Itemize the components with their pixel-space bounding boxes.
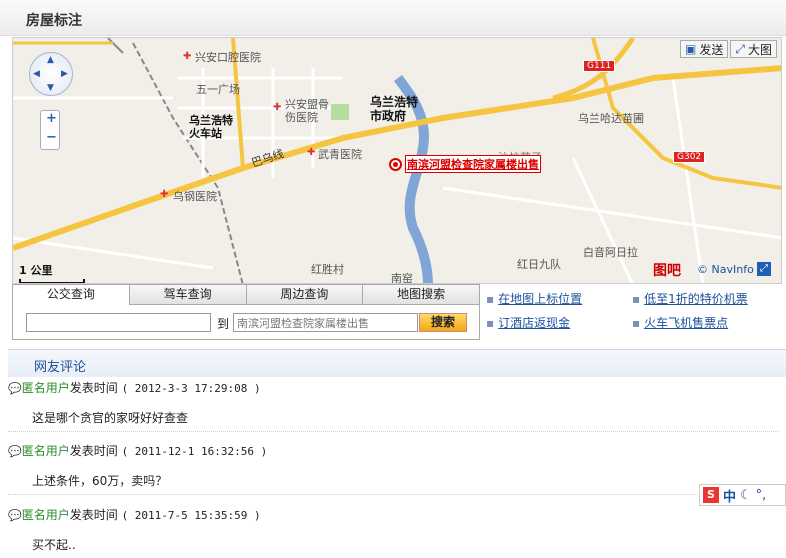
location-pin-icon <box>389 157 402 171</box>
map-toolbar: ▣ 发送 ⤢ 大图 <box>680 40 777 58</box>
hospital-icon: ✚ <box>273 102 282 113</box>
map-label-hongri: 红日九队 <box>517 258 561 271</box>
bigmap-button[interactable]: ⤢ 大图 <box>730 40 777 58</box>
map-label-mengbone: 兴安盟骨 伤医院 <box>285 98 329 124</box>
to-input[interactable] <box>233 313 418 332</box>
moon-icon[interactable]: ☾ <box>740 488 752 503</box>
highway-badge-g111: G111 <box>583 60 616 72</box>
comment-text: 这是哪个贪官的家呀好好查查 <box>32 411 189 425</box>
comment-bubble-icon: 💬 <box>8 382 22 395</box>
map-label-square: 五一广场 <box>196 83 240 96</box>
comment-time-label: 发表时间 <box>69 444 118 458</box>
comment-user: 匿名用户 <box>21 444 70 458</box>
tab-drive[interactable]: 驾车查询 <box>128 285 246 305</box>
comment-time-label: 发表时间 <box>69 381 118 395</box>
promo-link[interactable]: 在地图上标位置 <box>486 290 582 307</box>
sogou-logo-icon: S <box>703 487 719 503</box>
marker-label[interactable]: 南滨河盟检查院家属楼出售 <box>405 155 541 173</box>
comment-text: 买不起.. <box>32 538 76 552</box>
map-label-nursery: 乌兰哈达苗圃 <box>578 112 644 125</box>
comments-header: 网友评论 <box>8 349 786 377</box>
expand-icon: ⤢ <box>735 41 745 56</box>
pan-left-icon[interactable]: ◀ <box>33 70 40 79</box>
hospital-icon: ✚ <box>160 189 169 200</box>
pan-right-icon[interactable]: ▶ <box>61 70 68 79</box>
tab-bus[interactable]: 公交查询 <box>13 285 129 305</box>
map-scale: 1 公里 <box>19 262 85 283</box>
comment-meta: 💬匿名用户发表时间 ( 2012-3-3 17:29:08 ) <box>8 379 261 396</box>
copyright-text: © NavInfo <box>697 263 754 276</box>
comment-user: 匿名用户 <box>21 508 70 522</box>
ime-toolbar[interactable]: S 中 ☾ °, <box>699 484 786 506</box>
comment-user: 匿名用户 <box>21 381 70 395</box>
search-tabs: 公交查询 驾车查询 周边查询 地图搜索 <box>13 285 479 305</box>
highway-badge-g302: G302 <box>673 151 706 163</box>
zoom-in-icon[interactable]: + <box>46 111 57 126</box>
ime-lang[interactable]: 中 <box>723 486 736 505</box>
search-button[interactable]: 搜索 <box>419 313 467 332</box>
page-title: 房屋标注 <box>26 13 82 29</box>
send-icon: ▣ <box>685 42 697 56</box>
comment-time: ( 2012-3-3 17:29:08 ) <box>121 382 261 395</box>
pan-up-icon[interactable]: ▲ <box>47 56 54 65</box>
map-label-hospital1: 兴安口腔医院 <box>195 51 261 64</box>
pan-down-icon[interactable]: ▼ <box>47 84 54 93</box>
map-label-wuqing: 武青医院 <box>318 148 362 161</box>
property-marker[interactable]: 南滨河盟检查院家属楼出售 <box>389 155 541 173</box>
pan-control[interactable]: ▲ ▼ ◀ ▶ <box>29 52 73 96</box>
promo-link[interactable]: 低至1折的特价机票 <box>632 290 748 307</box>
map-view[interactable]: ▲ ▼ ◀ ▶ + − ▣ 发送 ⤢ 大图 ✚ 兴安口腔医院 五一广场 乌兰浩特… <box>12 37 782 284</box>
brand-logo: 图吧 <box>653 263 681 279</box>
zoom-out-icon[interactable]: − <box>46 130 57 145</box>
to-label: 到 <box>217 317 230 331</box>
promo-link[interactable]: 订酒店返现金 <box>486 314 570 331</box>
comment-time-label: 发表时间 <box>69 508 118 522</box>
promo-link[interactable]: 火车飞机售票点 <box>632 314 728 331</box>
send-button[interactable]: ▣ 发送 <box>680 40 729 58</box>
map-label-station: 乌兰浩特 火车站 <box>189 114 233 140</box>
hospital-icon: ✚ <box>183 51 192 62</box>
page-header: 房屋标注 <box>0 0 786 36</box>
map-label-hongsheng: 红胜村 <box>311 263 344 276</box>
map-label-gov: 乌兰浩特 市政府 <box>370 95 419 123</box>
comment-bubble-icon: 💬 <box>8 445 22 458</box>
tab-map-search[interactable]: 地图搜索 <box>362 285 479 305</box>
from-input[interactable] <box>26 313 211 332</box>
comment-time: ( 2011-7-5 15:35:59 ) <box>121 509 261 522</box>
zoom-control: + − <box>40 110 60 150</box>
fullscreen-icon[interactable]: ⤢ <box>757 262 771 276</box>
map-label-wugang: 乌钢医院 <box>173 190 217 203</box>
tab-nearby[interactable]: 周边查询 <box>245 285 363 305</box>
punct-icon[interactable]: °, <box>756 488 767 503</box>
route-search-panel: 公交查询 驾车查询 周边查询 地图搜索 到 搜索 <box>12 284 480 340</box>
comments-title: 网友评论 <box>34 360 87 375</box>
hospital-icon: ✚ <box>307 147 316 158</box>
map-label-nanyao: 南窑 <box>391 272 413 284</box>
divider <box>8 494 778 495</box>
comment-text: 上述条件，60万，卖吗？ <box>32 474 168 488</box>
map-label-baiyin: 白音阿日拉 <box>583 246 638 259</box>
comment-time: ( 2011-12-1 16:32:56 ) <box>121 445 268 458</box>
divider <box>8 431 778 432</box>
comment-bubble-icon: 💬 <box>8 509 22 522</box>
comment-meta: 💬匿名用户发表时间 ( 2011-12-1 16:32:56 ) <box>8 442 267 459</box>
comment-meta: 💬匿名用户发表时间 ( 2011-7-5 15:35:59 ) <box>8 506 261 523</box>
